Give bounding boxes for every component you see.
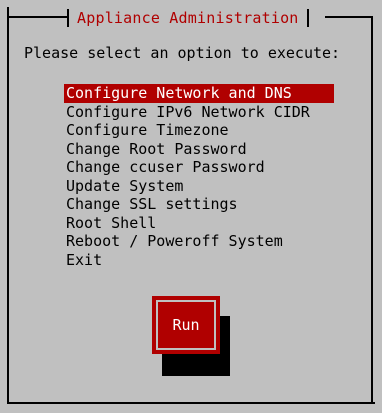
run-button-label: Run	[172, 316, 200, 334]
run-button[interactable]: Run	[152, 296, 220, 354]
menu-item-update-system[interactable]: Update System	[64, 177, 334, 196]
menu-item-root-shell[interactable]: Root Shell	[64, 214, 334, 233]
options-menu: Configure Network and DNS Configure IPv6…	[64, 84, 334, 269]
dialog-title: Appliance Administration	[77, 9, 299, 27]
dialog-title-bar: Appliance Administration	[67, 7, 309, 29]
menu-item-change-ssl-settings[interactable]: Change SSL settings	[64, 195, 334, 214]
frame-top-border-right	[325, 16, 373, 18]
frame-right-border	[371, 16, 373, 404]
menu-item-configure-ipv6-cidr[interactable]: Configure IPv6 Network CIDR	[64, 103, 334, 122]
dialog-prompt: Please select an option to execute:	[24, 44, 341, 62]
menu-item-change-ccuser-password[interactable]: Change ccuser Password	[64, 158, 334, 177]
frame-top-border-left	[9, 16, 67, 18]
menu-item-configure-network-dns[interactable]: Configure Network and DNS	[64, 84, 334, 103]
frame-bottom-border	[9, 402, 375, 404]
title-right-tick	[306, 9, 309, 27]
menu-item-reboot-poweroff[interactable]: Reboot / Poweroff System	[64, 232, 334, 251]
menu-item-change-root-password[interactable]: Change Root Password	[64, 140, 334, 159]
menu-item-exit[interactable]: Exit	[64, 251, 334, 270]
menu-item-configure-timezone[interactable]: Configure Timezone	[64, 121, 334, 140]
